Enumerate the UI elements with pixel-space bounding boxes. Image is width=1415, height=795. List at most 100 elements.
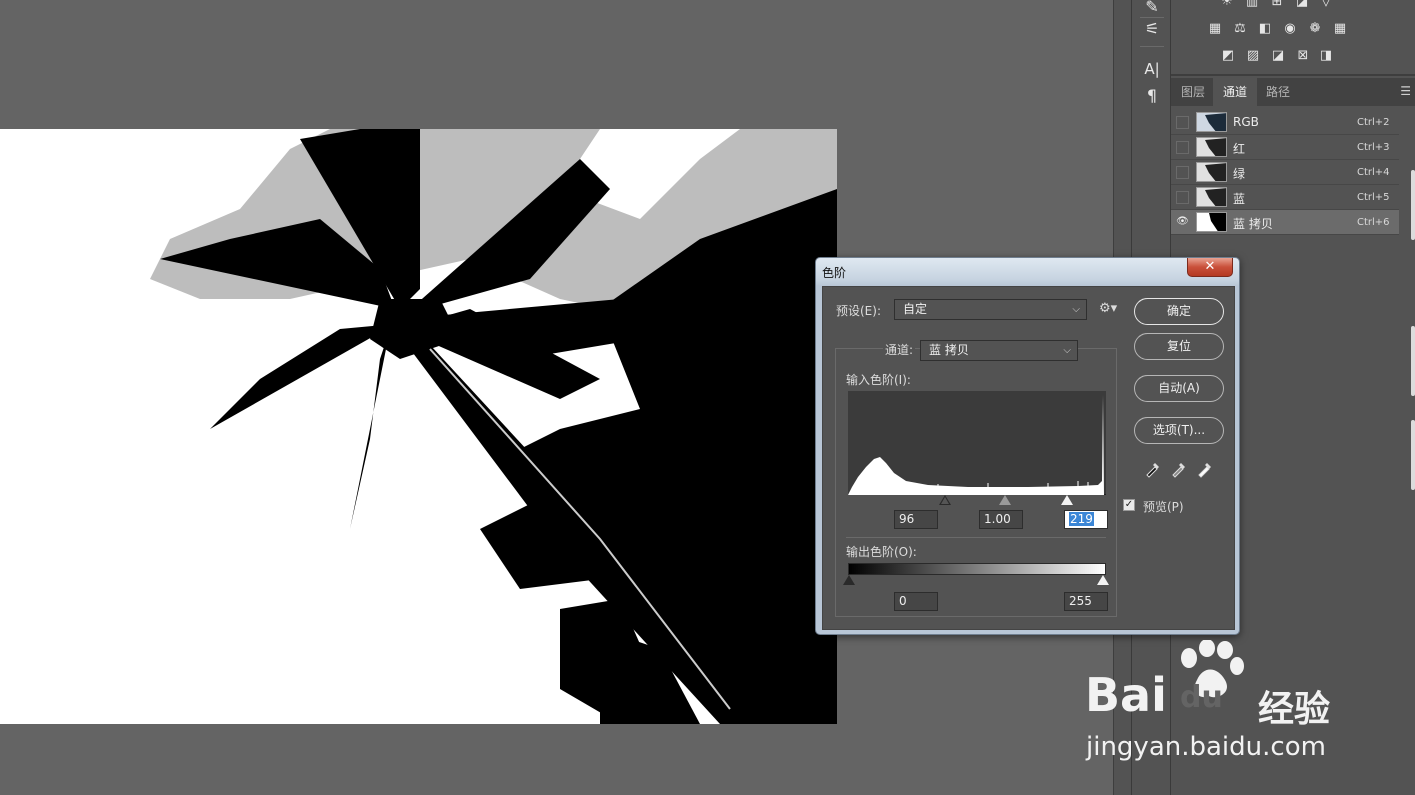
color-balance-icon[interactable]: ⚖ bbox=[1231, 21, 1249, 37]
preview-label: 预览(P) bbox=[1143, 500, 1184, 514]
histogram bbox=[848, 391, 1106, 495]
watermark-jingyan: 经验 bbox=[1258, 689, 1331, 730]
section-divider bbox=[846, 537, 1106, 538]
black-white-icon[interactable]: ◧ bbox=[1256, 21, 1274, 37]
channel-row-blue-copy[interactable]: 👁 蓝 拷贝 Ctrl+6 bbox=[1171, 210, 1399, 235]
input-black-field[interactable]: 96 bbox=[894, 510, 938, 529]
channel-row-green[interactable]: 绿 Ctrl+4 bbox=[1171, 160, 1399, 185]
input-white-field[interactable]: 219 bbox=[1064, 510, 1108, 529]
document-canvas[interactable] bbox=[0, 129, 837, 724]
channel-shortcut: Ctrl+2 bbox=[1357, 117, 1390, 128]
curves-icon[interactable]: ⊞ bbox=[1268, 0, 1286, 10]
posterize-icon[interactable]: ▨ bbox=[1244, 48, 1262, 64]
palm-tree-image bbox=[150, 129, 837, 724]
input-levels-label: 输入色阶(I): bbox=[846, 373, 911, 387]
paragraph-icon[interactable]: ¶ bbox=[1140, 85, 1164, 107]
watermark-url: jingyan.baidu.com bbox=[1086, 732, 1326, 762]
panel-scrollbar[interactable] bbox=[1411, 170, 1415, 240]
preview-checkbox[interactable]: ✓ bbox=[1123, 499, 1135, 511]
gear-icon[interactable]: ⚙▾ bbox=[1099, 301, 1117, 316]
panel-menu-icon[interactable]: ☰ bbox=[1400, 84, 1411, 98]
black-eyedropper-icon[interactable] bbox=[1144, 460, 1162, 478]
channel-row-blue[interactable]: 蓝 Ctrl+5 bbox=[1171, 185, 1399, 210]
gray-eyedropper-icon[interactable] bbox=[1170, 460, 1188, 478]
preset-label: 预设(E): bbox=[836, 304, 881, 318]
channel-value: 蓝 拷贝 bbox=[929, 343, 969, 357]
levels-dialog: 色阶 ✕ 预设(E): 自定 ⌵ ⚙▾ 通道: 蓝 拷贝 ⌵ 输入色阶(I): bbox=[815, 257, 1240, 635]
input-gamma-field[interactable]: 1.00 bbox=[979, 510, 1023, 529]
visibility-toggle[interactable] bbox=[1176, 166, 1189, 179]
output-black-field[interactable]: 0 bbox=[894, 592, 938, 611]
tab-layers[interactable]: 图层 bbox=[1171, 78, 1215, 106]
input-white-value: 219 bbox=[1069, 512, 1094, 526]
adjust-sliders-icon[interactable]: ⚟ bbox=[1140, 18, 1164, 40]
watermark-brand: Bai bbox=[1085, 668, 1167, 722]
ok-button[interactable]: 确定 bbox=[1134, 298, 1224, 325]
channel-thumbnail bbox=[1196, 137, 1227, 157]
channel-name: 蓝 拷贝 bbox=[1233, 217, 1273, 231]
eye-icon[interactable]: 👁 bbox=[1176, 216, 1189, 229]
threshold-icon[interactable]: ◪ bbox=[1269, 48, 1287, 64]
input-white-slider[interactable] bbox=[1061, 495, 1073, 505]
exposure-icon[interactable]: ◪ bbox=[1293, 0, 1311, 10]
photo-filter-icon[interactable]: ◉ bbox=[1281, 21, 1299, 37]
panel-tabs: 图层 通道 路径 ☰ bbox=[1171, 78, 1415, 106]
chevron-down-icon: ⌵ bbox=[1072, 304, 1080, 315]
channel-group: 通道: 蓝 拷贝 ⌵ 输入色阶(I): 96 1.00 219 输出色阶(O): bbox=[835, 340, 1117, 617]
auto-button[interactable]: 自动(A) bbox=[1134, 375, 1224, 402]
histogram-graph bbox=[848, 395, 1104, 495]
channel-thumbnail bbox=[1196, 212, 1227, 232]
adjustments-panel: ☀ ▥ ⊞ ◪ ▽ ▦ ⚖ ◧ ◉ ❁ ▦ ◩ ▨ ◪ ⊠ ◨ bbox=[1171, 0, 1415, 76]
close-button[interactable]: ✕ bbox=[1187, 258, 1233, 277]
baidu-jingyan-watermark: Bai du 经验 jingyan.baidu.com bbox=[1080, 640, 1350, 770]
tool-separator bbox=[1140, 46, 1164, 47]
selective-color-icon[interactable]: ⊠ bbox=[1294, 48, 1312, 64]
options-button[interactable]: 选项(T)... bbox=[1134, 417, 1224, 444]
channel-select[interactable]: 蓝 拷贝 ⌵ bbox=[920, 340, 1078, 361]
color-lookup-icon[interactable]: ▦ bbox=[1331, 21, 1349, 37]
preset-select[interactable]: 自定 ⌵ bbox=[894, 299, 1087, 320]
input-gamma-slider[interactable] bbox=[999, 495, 1011, 505]
channel-thumbnail bbox=[1196, 162, 1227, 182]
channel-shortcut: Ctrl+4 bbox=[1357, 167, 1390, 178]
levels-icon[interactable]: ▥ bbox=[1243, 0, 1261, 10]
vibrance-icon[interactable]: ▽ bbox=[1317, 0, 1335, 10]
channel-name: RGB bbox=[1233, 115, 1259, 129]
visibility-toggle[interactable] bbox=[1176, 191, 1189, 204]
output-gradient-bar bbox=[848, 563, 1106, 575]
channel-shortcut: Ctrl+5 bbox=[1357, 192, 1390, 203]
input-black-slider-fill bbox=[941, 497, 949, 504]
channel-row-red[interactable]: 红 Ctrl+3 bbox=[1171, 135, 1399, 160]
channel-name: 绿 bbox=[1233, 167, 1246, 181]
white-eyedropper-icon[interactable] bbox=[1196, 460, 1214, 478]
character-icon[interactable]: A| bbox=[1140, 58, 1164, 80]
channel-thumbnail bbox=[1196, 112, 1227, 132]
visibility-toggle[interactable] bbox=[1176, 141, 1189, 154]
channel-name: 蓝 bbox=[1233, 192, 1246, 206]
gradient-map-icon[interactable]: ◨ bbox=[1317, 48, 1335, 64]
channel-shortcut: Ctrl+3 bbox=[1357, 142, 1390, 153]
panel-scrollbar[interactable] bbox=[1411, 420, 1415, 490]
brightness-icon[interactable]: ☀ bbox=[1218, 0, 1236, 10]
chevron-down-icon: ⌵ bbox=[1063, 345, 1071, 356]
channel-row-rgb[interactable]: RGB Ctrl+2 bbox=[1171, 110, 1399, 135]
panel-scrollbar[interactable] bbox=[1411, 326, 1415, 396]
channel-name: 红 bbox=[1233, 142, 1246, 156]
dialog-body: 预设(E): 自定 ⌵ ⚙▾ 通道: 蓝 拷贝 ⌵ 输入色阶(I): 96 1.… bbox=[822, 286, 1235, 630]
tab-paths[interactable]: 路径 bbox=[1256, 78, 1300, 106]
output-black-slider[interactable] bbox=[843, 575, 855, 585]
watermark-brand-du: du bbox=[1180, 680, 1223, 715]
visibility-toggle[interactable] bbox=[1176, 116, 1189, 129]
preset-value: 自定 bbox=[903, 302, 928, 316]
invert-icon[interactable]: ◩ bbox=[1219, 48, 1237, 64]
tab-channels[interactable]: 通道 bbox=[1213, 78, 1258, 106]
dialog-title: 色阶 bbox=[822, 266, 847, 280]
channel-label: 通道: bbox=[883, 341, 916, 358]
output-white-field[interactable]: 255 bbox=[1064, 592, 1108, 611]
output-white-slider[interactable] bbox=[1097, 575, 1109, 585]
reset-button[interactable]: 复位 bbox=[1134, 333, 1224, 360]
hue-saturation-icon[interactable]: ▦ bbox=[1206, 21, 1224, 37]
channel-mixer-icon[interactable]: ❁ bbox=[1306, 21, 1324, 37]
brush-icon[interactable]: ✎ bbox=[1140, 0, 1164, 18]
channel-shortcut: Ctrl+6 bbox=[1357, 217, 1390, 228]
